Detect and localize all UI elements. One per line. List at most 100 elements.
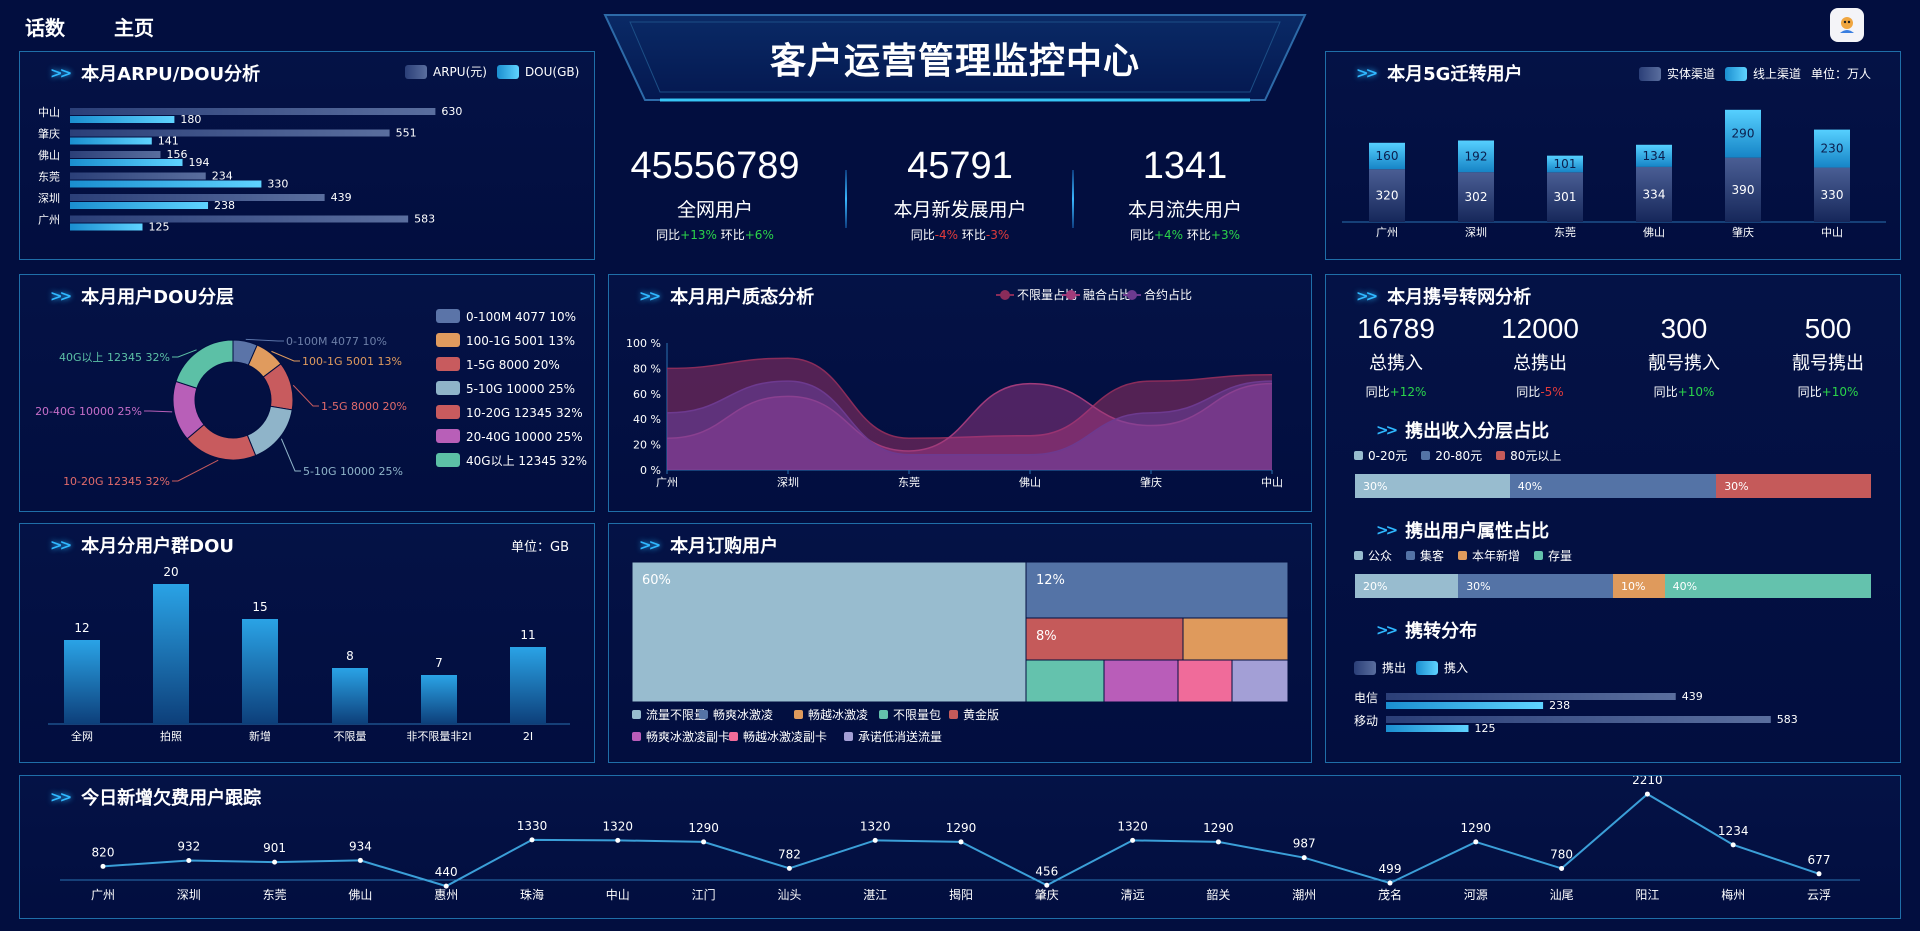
port-stat: 500 靓号携出 同比+10% bbox=[1792, 313, 1864, 399]
tick-label: 东莞 bbox=[898, 476, 920, 489]
nav-item-huashu[interactable]: 话数 bbox=[25, 12, 65, 41]
attr-segment: 40% bbox=[1664, 574, 1871, 598]
app-logo-icon[interactable] bbox=[1830, 8, 1864, 42]
value-label: 20 bbox=[163, 565, 178, 579]
arpu-bar bbox=[70, 108, 436, 115]
5g-chart: 320 160 广州 302 192 深圳 301 101 东莞 334 134 佛山 390 290 肇庆… bbox=[1342, 109, 1886, 239]
value-label: 1290 bbox=[688, 821, 719, 835]
leader-line bbox=[292, 384, 319, 407]
legend-label: 40G以上 12345 32% bbox=[466, 454, 587, 468]
attr-title: >> 携出用户属性占比 bbox=[1376, 521, 1550, 542]
category-label: 梅州 bbox=[1721, 887, 1745, 902]
legend-label: 流量不限量 bbox=[646, 708, 706, 722]
port-stat: 12000 总携出 同比-5% bbox=[1501, 313, 1579, 399]
value-label: 934 bbox=[349, 839, 372, 853]
cell-label: 60% bbox=[642, 573, 671, 588]
treemap-cell bbox=[1103, 659, 1179, 703]
value-label: 1330 bbox=[517, 819, 548, 833]
tick-label: 广州 bbox=[656, 476, 678, 489]
legend-swatch bbox=[436, 333, 460, 347]
legend-swatch bbox=[436, 381, 460, 395]
attr-segment: 10% bbox=[1612, 574, 1665, 598]
panel-arpu-dou: >> 本月ARPU/DOU分析 ARPU(元) DOU(GB) 中山 630 180 肇… bbox=[19, 51, 595, 260]
value-label: 15 bbox=[252, 600, 267, 614]
slice-label: 5-10G 10000 25% bbox=[303, 465, 403, 478]
port-stat: 16789 总携入 同比+12% bbox=[1357, 313, 1435, 399]
category-label: 东莞 bbox=[263, 888, 287, 902]
slice-label: 40G以上 12345 32% bbox=[59, 351, 170, 364]
category-label: 茂名 bbox=[1378, 887, 1402, 902]
arpu-bar bbox=[70, 129, 390, 137]
category-label: 佛山 bbox=[348, 888, 372, 902]
data-point bbox=[186, 858, 192, 864]
out-bar bbox=[1386, 716, 1771, 723]
data-point bbox=[958, 839, 964, 845]
category-label: 不限量 bbox=[334, 730, 367, 743]
chevron-icon: >> bbox=[50, 64, 72, 82]
category-label: 湛江 bbox=[863, 888, 887, 902]
leader-line bbox=[245, 338, 284, 342]
legend-label: 10-20G 12345 32% bbox=[466, 406, 583, 420]
value-label: 125 bbox=[1475, 722, 1496, 735]
value-label: 192 bbox=[1465, 149, 1488, 163]
legend-swatch bbox=[632, 732, 641, 741]
legend-label: 合约占比 bbox=[1144, 287, 1192, 302]
value-label: 330 bbox=[1821, 188, 1844, 202]
value-label: 782 bbox=[778, 847, 801, 861]
category-label: 阳江 bbox=[1635, 888, 1659, 902]
value-label: 1320 bbox=[603, 819, 634, 833]
category-label: 珠海 bbox=[520, 887, 544, 902]
donut-slice bbox=[175, 339, 234, 389]
value-label: 194 bbox=[189, 156, 210, 169]
kpi-divider bbox=[1072, 170, 1074, 228]
chevron-icon: >> bbox=[1376, 521, 1398, 539]
slice-label: 1-5G 8000 20% bbox=[321, 400, 407, 413]
panel-group-dou: >> 本月分用户群DOU 单位：GB 12 全网 20 拍照 15 新增 8 不限量 7 非不限量非… bbox=[19, 523, 595, 763]
category-label: 深圳 bbox=[177, 888, 201, 902]
slice-label: 10-20G 12345 32% bbox=[63, 475, 170, 488]
value-label: 141 bbox=[158, 135, 179, 148]
panel-dou-layer: >> 本月用户DOU分层 0-100M 4077 10% 100-1G 5001 1… bbox=[19, 274, 595, 512]
data-point bbox=[1301, 855, 1307, 861]
value-label: 1290 bbox=[946, 821, 977, 835]
panel-order: >> 本月订购用户 60% 12% 8% 流量不限量 畅爽冰激凌 畅越冰激凌 不限量包 黄金版畅… bbox=[608, 523, 1312, 763]
category-label: 佛山 bbox=[1643, 226, 1665, 239]
treemap-cell bbox=[1177, 659, 1233, 703]
leader-line bbox=[144, 410, 173, 413]
legend-swatch bbox=[949, 710, 958, 719]
category-label: 肇庆 bbox=[1732, 225, 1754, 239]
bar bbox=[242, 619, 278, 724]
tick-label: 80 % bbox=[633, 362, 661, 375]
category-label: 深圳 bbox=[38, 192, 60, 205]
category-label: 中山 bbox=[38, 106, 60, 119]
category-label: 佛山 bbox=[38, 149, 60, 162]
nav-item-home[interactable]: 主页 bbox=[114, 12, 154, 41]
data-point bbox=[272, 859, 278, 865]
value-label: 1290 bbox=[1203, 821, 1234, 835]
port-dist-chart: 电信 439 238 移动 583 125 bbox=[1354, 690, 1798, 735]
kpi-divider bbox=[845, 170, 847, 228]
value-label: 456 bbox=[1035, 864, 1058, 878]
category-label: 全网 bbox=[71, 729, 93, 743]
port-stat: 300 靓号携入 同比+10% bbox=[1648, 313, 1720, 399]
bar bbox=[510, 647, 546, 724]
category-label: 广州 bbox=[1376, 226, 1398, 239]
legend-swatch bbox=[729, 732, 738, 741]
value-label: 551 bbox=[396, 127, 417, 140]
legend-swatch bbox=[632, 710, 641, 719]
category-label: 肇庆 bbox=[1035, 887, 1059, 902]
value-label: 334 bbox=[1643, 187, 1666, 201]
tick-label: 肇庆 bbox=[1140, 475, 1162, 489]
chevron-icon: >> bbox=[1376, 421, 1398, 439]
income-legend: 0-20元 20-80元 80元以上 bbox=[1354, 447, 1561, 464]
kpi-change: 同比+13% 环比+6% bbox=[656, 228, 774, 242]
value-label: 780 bbox=[1550, 847, 1573, 861]
legend-swatch bbox=[436, 357, 460, 371]
category-label: 揭阳 bbox=[949, 887, 973, 902]
slice-label: 20-40G 10000 25% bbox=[35, 405, 142, 418]
kpi-label: 本月流失用户 bbox=[1127, 199, 1242, 221]
value-label: 320 bbox=[1376, 189, 1399, 203]
category-label: 中山 bbox=[1821, 226, 1843, 239]
category-label: 东莞 bbox=[38, 171, 60, 184]
legend-label: 0-100M 4077 10% bbox=[466, 310, 576, 324]
